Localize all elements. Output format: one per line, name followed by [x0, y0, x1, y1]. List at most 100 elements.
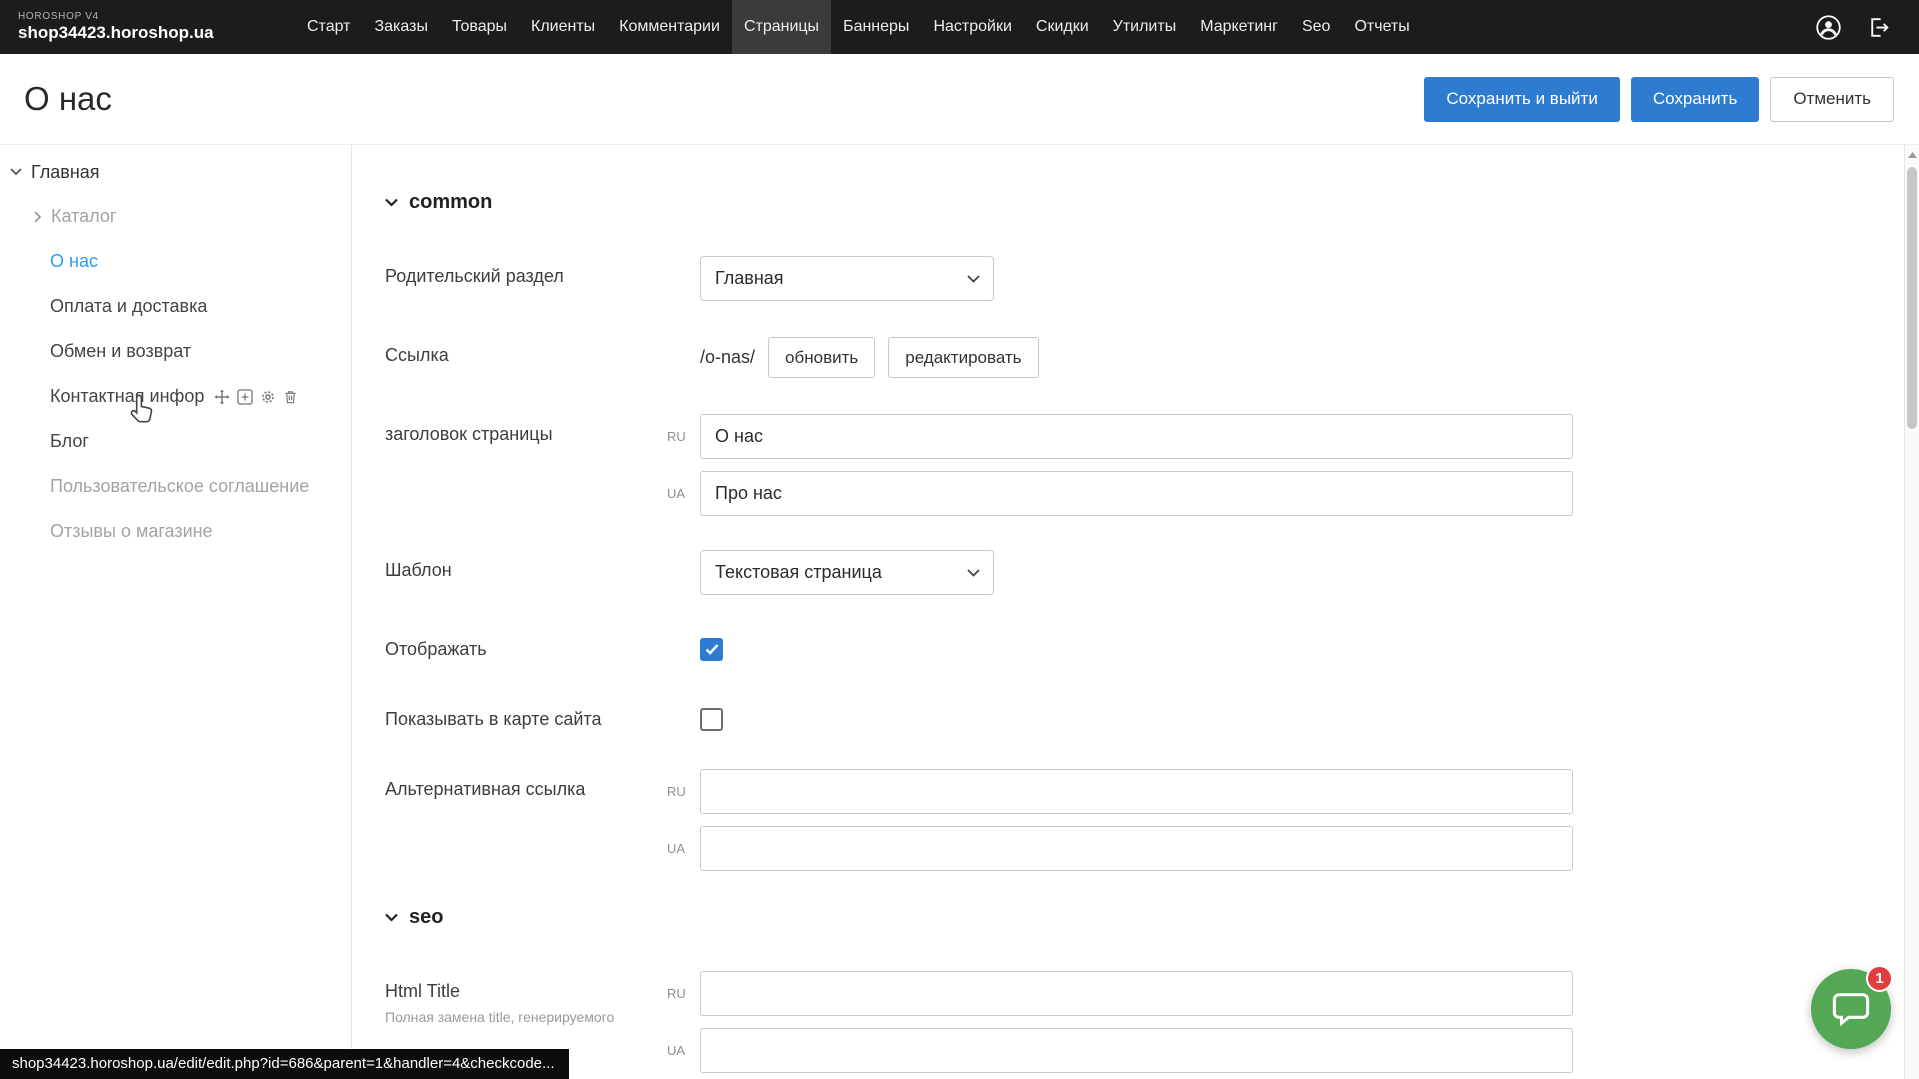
lang-tag-ru: RU [667, 784, 700, 799]
top-bar: HOROSHOP V4 shop34423.horoshop.ua Старт … [0, 0, 1919, 54]
chevron-down-icon [385, 913, 398, 922]
sidebar-item-oplata-i-dostavka[interactable]: Оплата и доставка [0, 284, 351, 329]
sidebar-item-label: Главная [31, 162, 100, 183]
sidebar-item-label: Отзывы о магазине [50, 521, 213, 542]
section-title: seo [409, 906, 443, 929]
sidebar-item-otzyvy-o-magazine[interactable]: Отзывы о магазине [0, 509, 351, 554]
sidebar-item-glavnaya[interactable]: Главная [0, 150, 351, 194]
field-label: заголовок страницы [385, 414, 667, 516]
nav-settings[interactable]: Настройки [921, 0, 1023, 54]
lang-tag-ua: UA [667, 841, 700, 856]
page-title-ru-input[interactable] [700, 414, 1573, 459]
field-label: Альтернативная ссылка [385, 769, 667, 871]
chevron-down-icon [10, 168, 22, 176]
sidebar-item-label: О нас [50, 251, 98, 272]
brand-shop-domain: shop34423.horoshop.ua [18, 23, 233, 43]
display-checkbox[interactable] [700, 638, 723, 661]
nav-seo[interactable]: Seo [1290, 0, 1342, 54]
field-page-title: заголовок страницы RU UA [385, 414, 1919, 516]
trash-icon[interactable] [283, 389, 298, 405]
link-refresh-button[interactable]: обновить [768, 337, 875, 378]
field-sitemap: Показывать в карте сайта [385, 699, 1919, 731]
pages-tree-sidebar: Главная Каталог О нас Оплата и доставка … [0, 145, 352, 1079]
sidebar-item-blog[interactable]: Блог [0, 419, 351, 464]
page-edit-form: common Родительский раздел Главная [352, 145, 1919, 1079]
chat-unread-badge: 1 [1866, 965, 1893, 992]
lang-tag-ru: RU [667, 986, 700, 1001]
sidebar-item-label: Пользовательское соглашение [50, 476, 309, 497]
parent-section-select[interactable]: Главная [700, 256, 994, 301]
sidebar-item-label: Каталог [51, 206, 116, 227]
nav-reports[interactable]: Отчеты [1342, 0, 1421, 54]
nav-products[interactable]: Товары [440, 0, 519, 54]
nav-start[interactable]: Старт [295, 0, 362, 54]
html-title-ru-input[interactable] [700, 971, 1573, 1016]
nav-utilities[interactable]: Утилиты [1101, 0, 1189, 54]
cancel-button[interactable]: Отменить [1770, 77, 1894, 122]
template-select[interactable]: Текстовая страница [700, 550, 994, 595]
scroll-up-arrow-icon[interactable] [1905, 149, 1919, 161]
chat-launcher-button[interactable]: 1 [1811, 969, 1891, 1049]
scrollbar-thumb[interactable] [1907, 167, 1917, 429]
logout-icon[interactable] [1861, 10, 1895, 44]
chevron-down-icon [385, 198, 398, 207]
nav-orders[interactable]: Заказы [362, 0, 439, 54]
sidebar-item-obmen-i-vozvrat[interactable]: Обмен и возврат [0, 329, 351, 374]
field-template: Шаблон Текстовая страница [385, 550, 1919, 595]
gear-icon[interactable] [260, 389, 276, 405]
nav-clients[interactable]: Клиенты [519, 0, 607, 54]
field-label: Отображать [385, 629, 667, 661]
link-path-value: /o-nas/ [700, 347, 755, 368]
field-label: Html Title [385, 981, 667, 1002]
tree-item-actions [214, 389, 298, 405]
nav-pages[interactable]: Страницы [732, 0, 831, 54]
nav-banners[interactable]: Баннеры [831, 0, 921, 54]
lang-tag-ua: UA [667, 1043, 700, 1058]
brand-version-label: HOROSHOP V4 [18, 11, 233, 22]
topbar-right [1811, 0, 1919, 54]
sidebar-item-o-nas[interactable]: О нас [0, 239, 351, 284]
field-label: Шаблон [385, 550, 667, 595]
content-area: Главная Каталог О нас Оплата и доставка … [0, 144, 1919, 1079]
chevron-down-icon [967, 569, 980, 577]
page-title: О нас [24, 80, 112, 118]
field-label: Ссылка [385, 335, 667, 380]
field-link: Ссылка /o-nas/ обновить редактировать [385, 335, 1919, 380]
save-button[interactable]: Сохранить [1631, 77, 1759, 122]
field-hint: Полная замена title, генерируемого [385, 1009, 667, 1027]
lang-tag-ua: UA [667, 486, 700, 501]
add-page-icon[interactable] [237, 389, 253, 405]
vertical-scrollbar[interactable] [1904, 145, 1919, 1079]
link-edit-button[interactable]: редактировать [888, 337, 1038, 378]
field-alt-link: Альтернативная ссылка RU UA [385, 769, 1919, 871]
nav-discounts[interactable]: Скидки [1024, 0, 1101, 54]
section-title: common [409, 191, 492, 214]
chevron-right-icon [34, 211, 42, 223]
html-title-ua-input[interactable] [700, 1028, 1573, 1073]
alt-link-ru-input[interactable] [700, 769, 1573, 814]
save-and-exit-button[interactable]: Сохранить и выйти [1424, 77, 1619, 122]
sidebar-item-kontaktnaya-infor[interactable]: Контактная инфор [0, 374, 351, 419]
sidebar-item-katalog[interactable]: Каталог [0, 194, 351, 239]
field-label: Показывать в карте сайта [385, 699, 667, 731]
nav-marketing[interactable]: Маркетинг [1188, 0, 1290, 54]
sidebar-item-label: Обмен и возврат [50, 341, 191, 362]
chevron-down-icon [967, 275, 980, 283]
nav-comments[interactable]: Комментарии [607, 0, 732, 54]
brand-block: HOROSHOP V4 shop34423.horoshop.ua [18, 0, 233, 54]
horoshop-admin-app: HOROSHOP V4 shop34423.horoshop.ua Старт … [0, 0, 1919, 1079]
sitemap-checkbox[interactable] [700, 708, 723, 731]
user-account-icon[interactable] [1811, 10, 1845, 44]
top-navigation: Старт Заказы Товары Клиенты Комментарии … [295, 0, 1422, 54]
section-seo-header[interactable]: seo [385, 905, 1919, 929]
field-parent-section: Родительский раздел Главная [385, 256, 1919, 301]
header-actions: Сохранить и выйти Сохранить Отменить [1424, 77, 1894, 122]
checkmark-icon [705, 644, 719, 655]
sidebar-item-label: Оплата и доставка [50, 296, 207, 317]
page-title-ua-input[interactable] [700, 471, 1573, 516]
sidebar-item-polzovatelskoe-soglashenie[interactable]: Пользовательское соглашение [0, 464, 351, 509]
chat-bubble-icon [1832, 991, 1870, 1027]
alt-link-ua-input[interactable] [700, 826, 1573, 871]
section-common-header[interactable]: common [385, 190, 1919, 214]
move-icon[interactable] [214, 389, 230, 405]
